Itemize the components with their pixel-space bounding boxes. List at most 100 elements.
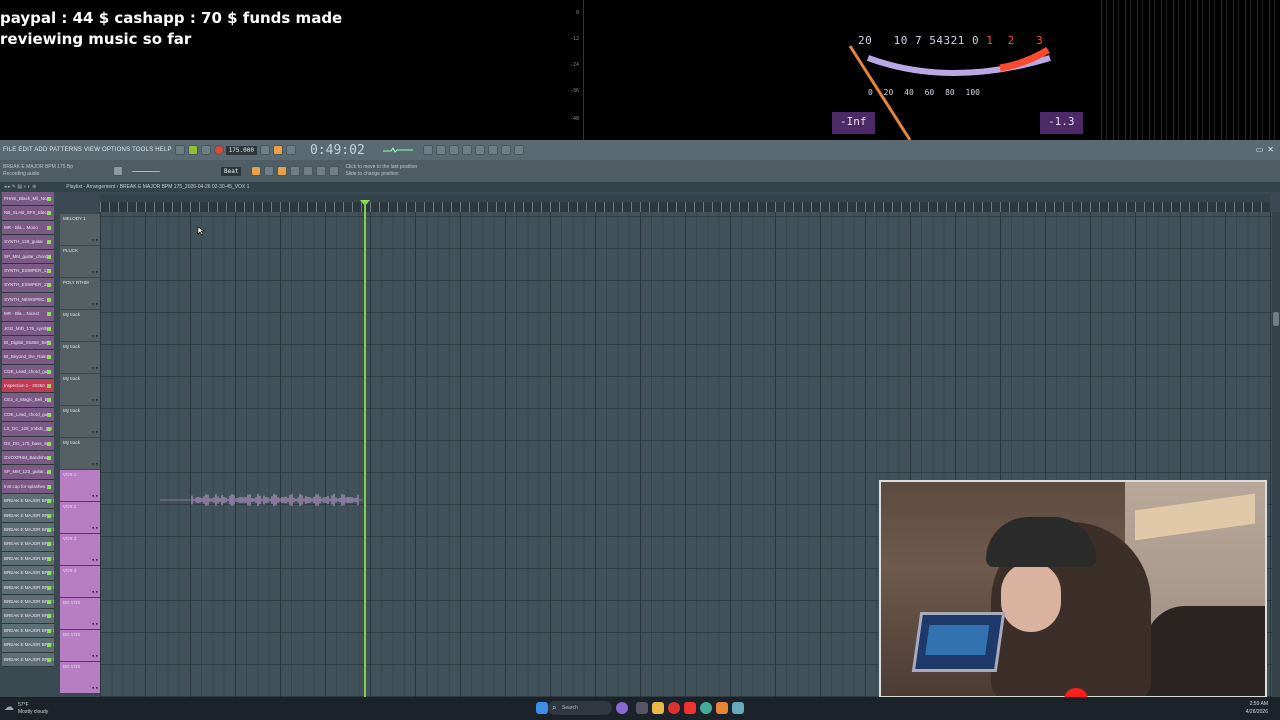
track-header[interactable]: VOX 1 <box>60 470 100 502</box>
picker-item[interactable]: MR - Bla... Nicest <box>2 307 54 322</box>
picker-item[interactable]: SP_MM_guitar_chords <box>2 249 54 264</box>
track-header[interactable]: BG VOX <box>60 598 100 630</box>
picker-item[interactable]: SYNTH_ESWPER_11... <box>2 278 54 293</box>
spectrogram <box>1095 0 1280 140</box>
file-explorer-icon[interactable] <box>652 702 664 714</box>
picker-item[interactable]: BREAK E MAJOR BPM 175 <box>2 494 54 509</box>
mute-tool-icon[interactable] <box>316 166 327 176</box>
taskbar-search[interactable]: Search <box>548 701 612 715</box>
channel-rack-icon[interactable] <box>435 145 446 155</box>
youtube-icon[interactable] <box>684 702 696 714</box>
picker-item[interactable]: SP_MM_123_guitar... <box>2 465 54 480</box>
track-header[interactable]: BG VOX <box>60 662 100 694</box>
track-header[interactable]: POLY RTHM <box>60 278 100 310</box>
picker-item[interactable]: BREAK E MAJOR BPM 175 <box>2 522 54 538</box>
settings-icon[interactable] <box>513 145 524 155</box>
scroll-thumb[interactable] <box>1273 312 1279 326</box>
draw-tool-icon[interactable] <box>251 166 262 176</box>
master-pitch-slider[interactable] <box>131 169 161 173</box>
stop-button[interactable] <box>200 145 211 155</box>
track-header[interactable]: VOX 3 <box>60 534 100 566</box>
tempo-display[interactable]: 175.000 <box>225 145 257 155</box>
app-icon[interactable] <box>732 702 744 714</box>
obs-icon[interactable] <box>668 702 680 714</box>
playlist-tools-icons[interactable]: ◂ ▸ ✎ ▤ ⌕ ◐ ⊕ <box>0 184 36 190</box>
plugin-picker-icon[interactable] <box>487 145 498 155</box>
playlist-icon[interactable] <box>461 145 472 155</box>
picker-item[interactable]: BREAK E MAJOR BPM 175 <box>2 609 54 624</box>
song-time-display[interactable]: 0:49:02 <box>310 143 365 158</box>
fl-studio-icon[interactable] <box>716 702 728 714</box>
picker-item[interactable]: CDE_Lead_chord_gui... <box>2 364 54 380</box>
track-header[interactable]: My track <box>60 406 100 438</box>
picker-item[interactable]: BREAK E MAJOR BPM 175 <box>2 537 54 552</box>
wait-input-button[interactable] <box>272 145 283 155</box>
start-icon[interactable] <box>536 702 548 714</box>
timeline-scrollbar[interactable] <box>100 194 1270 202</box>
picker-item[interactable]: Inspection 1 - 20260 <box>2 379 54 394</box>
mixer-icon[interactable] <box>422 145 433 155</box>
timeline-ruler[interactable] <box>100 202 1270 212</box>
track-header[interactable]: BG VOX <box>60 630 100 662</box>
master-volume-knob[interactable] <box>113 166 123 176</box>
picker-item[interactable]: DS_DG_175_bass_w... <box>2 436 54 452</box>
metronome-button[interactable] <box>259 145 270 155</box>
copilot-icon[interactable] <box>616 702 628 714</box>
hint-text: Click to move to the last position Slide… <box>345 164 418 177</box>
main-menu[interactable]: FILE EDIT ADD PATTERNS VIEW OPTIONS TOOL… <box>0 147 172 153</box>
chrome-icon[interactable] <box>700 702 712 714</box>
piano-roll-icon[interactable] <box>448 145 459 155</box>
play-button[interactable] <box>187 145 198 155</box>
picker-item[interactable]: JGG_MID_175_synth <box>2 321 54 336</box>
countdown-button[interactable] <box>285 145 296 155</box>
picker-item[interactable]: NB_SLAB_SFX_Elec... <box>2 206 54 221</box>
picker-item[interactable]: BI_Beyond_the_Rain <box>2 350 54 365</box>
picker-item[interactable]: LS_DC_129_Imbdc_gui <box>2 422 54 437</box>
zoom-tool-icon[interactable] <box>303 166 314 176</box>
picker-item[interactable]: BREAK E MAJOR BPM 175 <box>2 638 54 653</box>
track-header[interactable]: My track <box>60 310 100 342</box>
picker-item[interactable]: BREAK E MAJOR BPM 175 <box>2 580 54 595</box>
picker-item[interactable]: GVOXPHM_Bandshot <box>2 451 54 466</box>
picker-item[interactable]: BREAK E MAJOR BPM 175 <box>2 566 54 581</box>
weather-widget[interactable]: 57°F Mostly cloudy <box>0 702 48 716</box>
track-header[interactable]: My track <box>60 374 100 406</box>
paint-tool-icon[interactable] <box>264 166 275 176</box>
windows-taskbar: 57°F Mostly cloudy Search 2:59 AM 4/26/2… <box>0 697 1280 720</box>
picker-item[interactable]: BREAK E MAJOR BPM 175 <box>2 594 54 610</box>
pattern-song-toggle[interactable] <box>174 145 185 155</box>
picker-item[interactable]: BREAK E MAJOR BPM 175 <box>2 508 54 523</box>
task-view-icon[interactable] <box>636 702 648 714</box>
picker-item[interactable]: PHNK_Black_Mil_Nna... <box>2 192 54 207</box>
picker-item[interactable]: CDE_Lead_chord_gui... <box>2 407 54 423</box>
window-controls[interactable]: ▭✕ <box>1256 145 1278 154</box>
vertical-scrollbar[interactable] <box>1272 212 1280 697</box>
picker-item[interactable]: CE3_4_Magic_Bell_B... <box>2 393 54 408</box>
track-header[interactable]: VOX 4 <box>60 566 100 598</box>
playback-tool-icon[interactable] <box>329 166 340 176</box>
picker-item[interactable]: SYNTH_128_guitar <box>2 235 54 250</box>
track-header[interactable]: VOX 2 <box>60 502 100 534</box>
track-header[interactable]: MELODY 1 <box>60 214 100 246</box>
record-button[interactable] <box>213 145 224 155</box>
snap-selector[interactable]: Beat <box>221 166 242 176</box>
picker-item[interactable]: BREAK E MAJOR BPM 175 <box>2 551 54 567</box>
select-tool-icon[interactable] <box>290 166 301 176</box>
picker-item[interactable]: SYNTH_ESWPER_11 <box>2 263 54 279</box>
picker-item[interactable]: SYNTH_NEWSPEC <box>2 292 54 308</box>
playhead[interactable] <box>364 202 366 697</box>
browser-icon[interactable] <box>474 145 485 155</box>
track-header[interactable]: My track <box>60 342 100 374</box>
picker-item[interactable]: BI_Digital_Stutter_Bell <box>2 335 54 351</box>
system-clock[interactable]: 2:59 AM 4/26/2026 <box>1246 700 1268 716</box>
picker-item[interactable]: BREAK E MAJOR BPM 175 <box>2 652 54 667</box>
vu-percent-scale: 0 20 40 60 80 100 <box>868 88 980 97</box>
track-header[interactable]: PLUCK <box>60 246 100 278</box>
slice-tool-icon[interactable] <box>277 166 288 176</box>
help-icon[interactable] <box>500 145 511 155</box>
picker-item[interactable]: Inst cap for splashes <box>2 479 54 495</box>
track-header[interactable]: My track <box>60 438 100 470</box>
picker-item[interactable]: MR - Bla... Mono <box>2 220 54 236</box>
audio-clip-waveform[interactable] <box>160 493 364 507</box>
picker-item[interactable]: BREAK E MAJOR BPM 175 <box>2 623 54 639</box>
